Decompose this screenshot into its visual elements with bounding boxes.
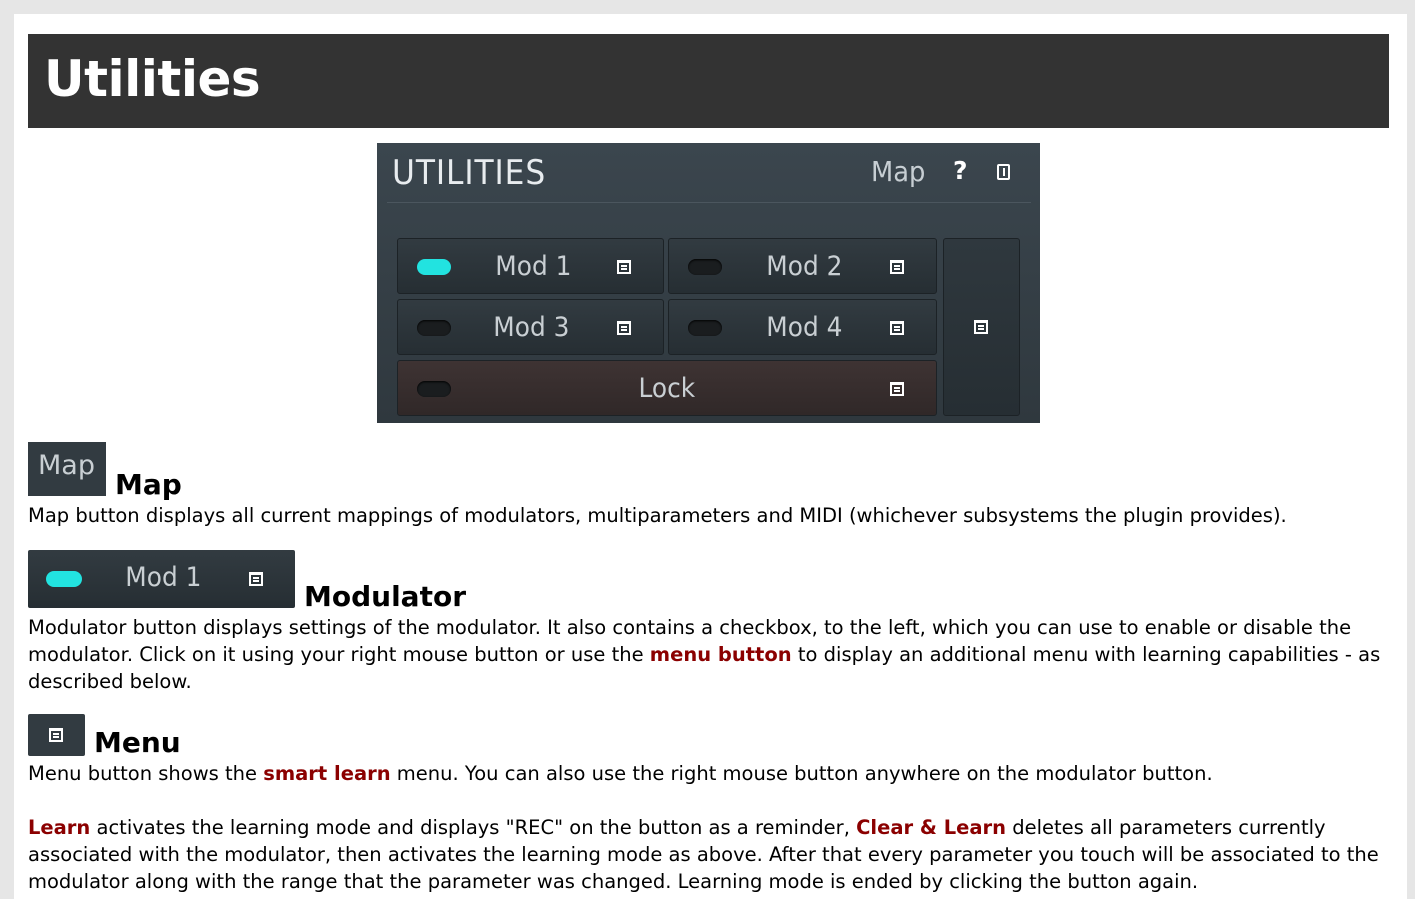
mod-1-toggle[interactable] [417,259,451,275]
learn-description: Learn activates the learning mode and di… [28,814,1388,895]
document-page: Utilities UTILITIES Map ? Mod 1 Mod 2 Mo… [14,14,1407,899]
mod-2-button[interactable]: Mod 2 [668,238,937,294]
panel-divider [387,202,1031,203]
lock-label: Lock [638,373,696,404]
mod-4-menu-icon[interactable] [890,321,904,335]
mod-1-label: Mod 1 [495,251,572,282]
utilities-panel: UTILITIES Map ? Mod 1 Mod 2 Mod 3 Mod 4 … [377,143,1040,423]
mod-1-menu-icon[interactable] [617,260,631,274]
modulator-thumb-menu-icon [249,572,263,586]
learn-link[interactable]: Learn [28,816,90,839]
learn-text-1: activates the learning mode and displays… [90,816,857,839]
modulator-thumb-label: Mod 1 [125,562,202,593]
mod-2-label: Mod 2 [766,251,843,282]
modulator-heading: Modulator [304,580,466,613]
menu-text-1: Menu button shows the [28,762,264,785]
map-description: Map button displays all current mappings… [28,504,1287,527]
global-menu-button[interactable] [943,238,1020,416]
mod-3-label: Mod 3 [493,312,570,343]
map-thumb: Map [28,442,106,496]
menu-heading: Menu [94,726,181,759]
mod-4-label: Mod 4 [766,312,843,343]
clear-learn-link[interactable]: Clear & Learn [856,816,1006,839]
resize-icon[interactable] [997,164,1010,180]
help-button[interactable]: ? [953,156,968,185]
mod-2-toggle[interactable] [688,259,722,275]
page-title: Utilities [44,50,261,108]
smart-learn-link[interactable]: smart learn [263,762,390,785]
menu-thumb [28,714,85,756]
lock-button[interactable]: Lock [397,360,937,416]
modulator-thumb: Mod 1 [28,550,295,608]
mod-4-toggle[interactable] [688,320,722,336]
panel-title: UTILITIES [392,153,547,193]
lock-toggle[interactable] [417,381,451,397]
mod-3-menu-icon[interactable] [617,321,631,335]
page-header: Utilities [28,34,1389,128]
mod-3-button[interactable]: Mod 3 [397,299,664,355]
mod-1-button[interactable]: Mod 1 [397,238,664,294]
map-heading: Map [115,468,182,501]
modulator-thumb-toggle [46,571,82,587]
menu-thumb-icon [49,728,63,742]
menu-text-2: menu. You can also use the right mouse b… [390,762,1213,785]
lock-menu-icon[interactable] [890,382,904,396]
mod-4-button[interactable]: Mod 4 [668,299,937,355]
modulator-description: Modulator button displays settings of th… [28,614,1388,695]
global-menu-icon[interactable] [974,320,988,334]
mod-3-toggle[interactable] [417,320,451,336]
mod-2-menu-icon[interactable] [890,260,904,274]
menu-description: Menu button shows the smart learn menu. … [28,760,1388,787]
map-button[interactable]: Map [871,155,925,188]
menu-button-link[interactable]: menu button [650,643,792,666]
